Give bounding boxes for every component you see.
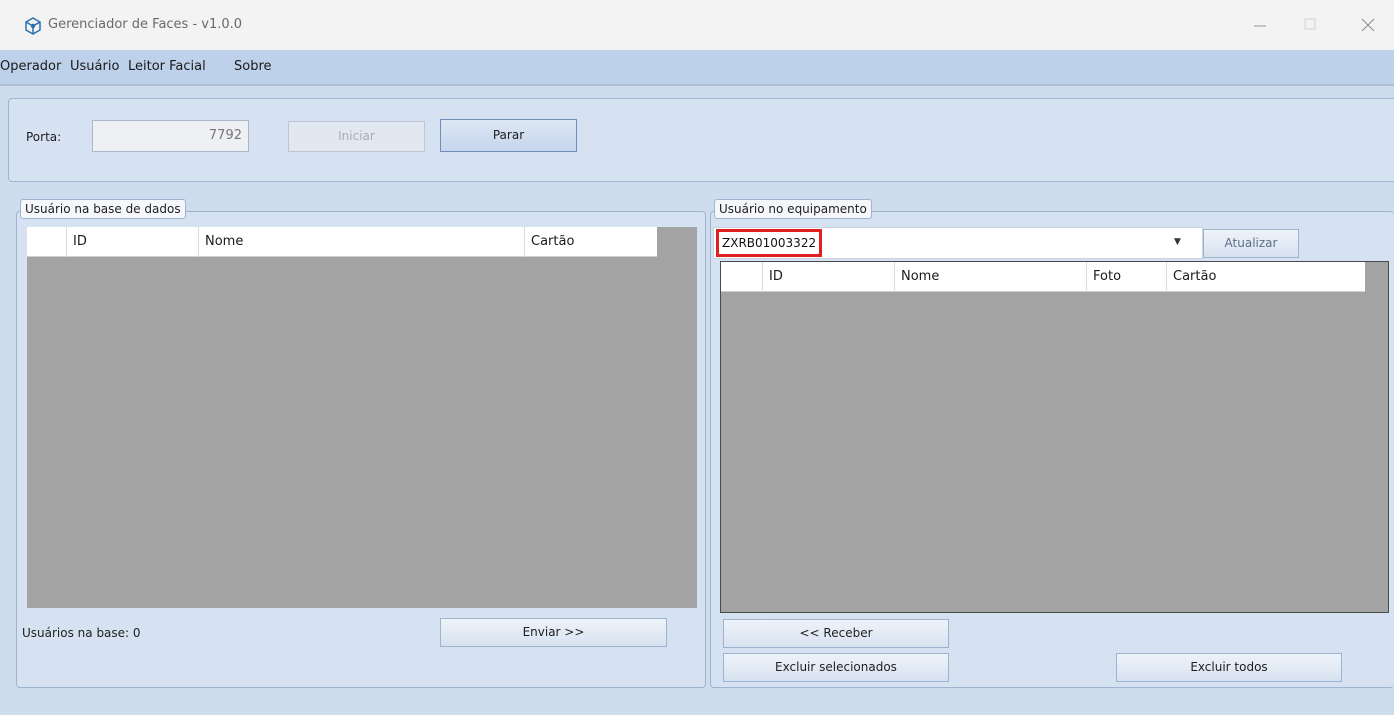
column-cartao[interactable]: Cartão — [1167, 262, 1365, 292]
chevron-down-icon[interactable]: ▼ — [1174, 237, 1181, 247]
maximize-icon[interactable] — [1290, 13, 1330, 37]
refresh-button[interactable]: Atualizar — [1203, 229, 1299, 258]
start-button[interactable]: Iniciar — [288, 121, 425, 152]
row-selector-header — [27, 227, 67, 257]
device-users-grid[interactable]: ID Nome Foto Cartão — [720, 261, 1389, 613]
window-title: Gerenciador de Faces - v1.0.0 — [48, 17, 243, 32]
menu-bar: Operador Usuário Leitor Facial Sobre — [0, 50, 1394, 86]
device-select-value: ZXRB01003322 — [716, 229, 823, 257]
column-id[interactable]: ID — [67, 227, 199, 257]
minimize-icon[interactable] — [1240, 13, 1280, 37]
device-users-caption: Usuário no equipamento — [714, 199, 872, 219]
app-cube-icon — [25, 17, 41, 35]
port-label: Porta: — [26, 130, 62, 144]
column-foto[interactable]: Foto — [1087, 262, 1167, 292]
database-users-grid[interactable]: ID Nome Cartão — [27, 227, 697, 608]
database-grid-header: ID Nome Cartão — [27, 227, 657, 257]
receive-button[interactable]: << Receber — [723, 619, 949, 648]
title-bar: Gerenciador de Faces - v1.0.0 — [0, 0, 1394, 50]
send-button[interactable]: Enviar >> — [440, 618, 667, 647]
device-grid-header: ID Nome Foto Cartão — [721, 262, 1365, 292]
database-users-caption: Usuário na base de dados — [20, 199, 186, 219]
row-selector-header — [721, 262, 763, 292]
close-icon[interactable] — [1348, 13, 1388, 37]
menu-sobre[interactable]: Sobre — [234, 59, 272, 74]
delete-selected-button[interactable]: Excluir selecionados — [723, 653, 949, 682]
menu-leitor-facial[interactable]: Leitor Facial — [128, 59, 206, 74]
menu-usuario[interactable]: Usuário — [70, 59, 119, 74]
port-field[interactable]: 7792 — [92, 120, 249, 152]
database-count: Usuários na base: 0 — [22, 626, 141, 640]
column-nome[interactable]: Nome — [199, 227, 525, 257]
stop-button[interactable]: Parar — [440, 119, 577, 152]
delete-all-button[interactable]: Excluir todos — [1116, 653, 1342, 682]
column-nome[interactable]: Nome — [895, 262, 1087, 292]
device-select[interactable]: ZXRB01003322 — [713, 227, 1203, 259]
column-cartao[interactable]: Cartão — [525, 227, 657, 257]
column-id[interactable]: ID — [763, 262, 895, 292]
menu-operador[interactable]: Operador — [0, 59, 61, 74]
